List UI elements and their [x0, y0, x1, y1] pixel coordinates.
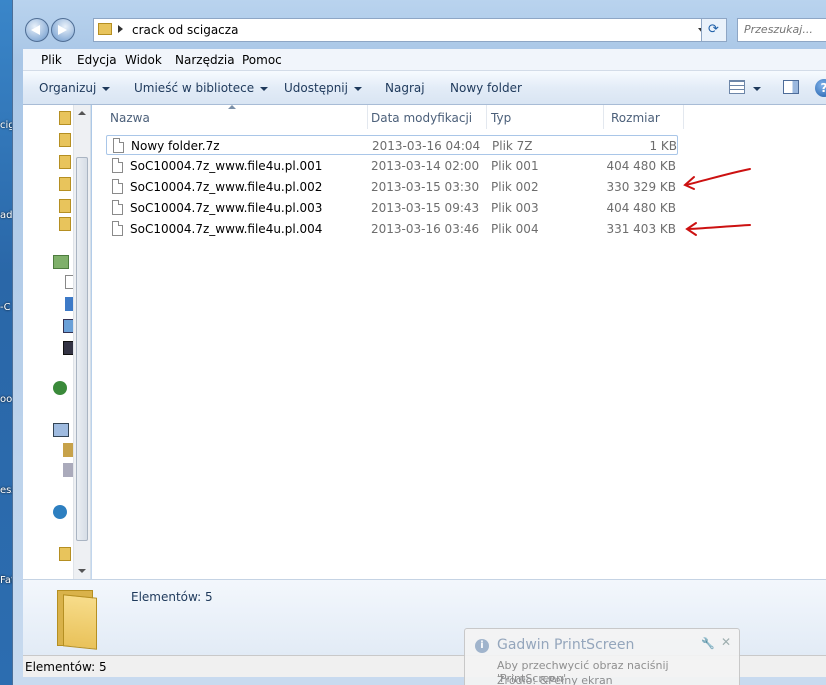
- folder-icon: [55, 586, 99, 650]
- desktop-label-fragment: -C: [0, 302, 11, 313]
- organize-label: Organizuj: [39, 81, 97, 95]
- menu-edit[interactable]: Edycja: [77, 53, 117, 67]
- views-dropdown-icon[interactable]: [753, 87, 761, 91]
- new-folder-button[interactable]: Nowy folder: [450, 81, 522, 95]
- back-button[interactable]: [25, 18, 49, 42]
- notification-toast[interactable]: i Gadwin PrintScreen 🔧 ✕ Aby przechwycić…: [464, 628, 740, 685]
- status-item-count: Elementów: 5: [25, 660, 107, 674]
- column-header-size[interactable]: Rozmiar: [611, 105, 684, 129]
- file-date: 2013-03-14 02:00: [371, 159, 480, 173]
- refresh-icon: ⟳: [708, 22, 719, 37]
- file-row[interactable]: SoC10004.7z_www.file4u.pl.001 2013-03-14…: [106, 156, 678, 176]
- menu-tools[interactable]: Narzędzia: [175, 53, 235, 67]
- file-date: 2013-03-16 04:04: [372, 139, 481, 153]
- folder-front-shape: [63, 594, 97, 650]
- refresh-button[interactable]: ⟳: [701, 18, 727, 42]
- file-date: 2013-03-15 03:30: [371, 180, 480, 194]
- navigation-pane: [23, 105, 91, 579]
- folder-icon[interactable]: [59, 547, 71, 561]
- scroll-down-icon[interactable]: [78, 569, 86, 573]
- file-icon: [112, 179, 123, 194]
- forward-arrow-icon: [58, 25, 67, 35]
- folder-icon: [98, 23, 112, 35]
- nav-scrollbar[interactable]: [73, 105, 90, 579]
- help-icon[interactable]: ?: [815, 79, 826, 97]
- search-input[interactable]: [738, 19, 826, 40]
- search-box[interactable]: [737, 18, 826, 42]
- info-icon: i: [475, 639, 489, 653]
- folder-icon[interactable]: [59, 155, 71, 169]
- burn-button[interactable]: Nagraj: [385, 81, 425, 95]
- scrollbar-thumb[interactable]: [76, 157, 88, 541]
- address-row: crack od scigacza ⟳: [13, 14, 826, 46]
- folder-icon[interactable]: [59, 111, 71, 125]
- network-icon[interactable]: [53, 505, 67, 519]
- breadcrumb-chevron-icon[interactable]: [118, 25, 123, 33]
- share-button[interactable]: Udostępnij: [284, 81, 362, 95]
- folder-icon[interactable]: [59, 177, 71, 191]
- file-icon: [112, 221, 123, 236]
- desktop-label-fragment: ad: [0, 210, 13, 221]
- file-list: Nazwa Data modyfikacji Typ Rozmiar Nowy …: [92, 105, 826, 579]
- explorer-window: crack od scigacza ⟳ Plik Edycja Widok Na…: [12, 0, 826, 685]
- column-header-name[interactable]: Nazwa: [110, 105, 368, 129]
- breadcrumb-folder[interactable]: crack od scigacza: [132, 23, 238, 37]
- include-in-library-button[interactable]: Umieść w bibliotece: [134, 81, 269, 95]
- command-bar: Organizuj Umieść w bibliotece Udostępnij…: [23, 71, 826, 105]
- file-name: SoC10004.7z_www.file4u.pl.003: [130, 201, 323, 215]
- address-bar[interactable]: crack od scigacza: [93, 18, 715, 42]
- close-icon[interactable]: ✕: [721, 635, 731, 649]
- computer-icon[interactable]: [53, 423, 69, 437]
- folder-icon[interactable]: [59, 217, 71, 231]
- library-label: Umieść w bibliotece: [134, 81, 255, 95]
- annotation-arrow-icon: [683, 168, 751, 190]
- file-date: 2013-03-16 03:46: [371, 222, 480, 236]
- file-size: 330 329 KB: [606, 180, 676, 194]
- scroll-up-icon[interactable]: [78, 111, 86, 115]
- file-name: Nowy folder.7z: [131, 139, 220, 153]
- file-row[interactable]: SoC10004.7z_www.file4u.pl.002 2013-03-15…: [106, 177, 678, 197]
- file-row[interactable]: SoC10004.7z_www.file4u.pl.003 2013-03-15…: [106, 198, 678, 218]
- toast-source: Źródło: &Pełny ekran: [497, 674, 613, 685]
- chevron-down-icon: [102, 86, 111, 91]
- back-arrow-icon: [31, 25, 40, 35]
- file-size: 331 403 KB: [606, 222, 676, 236]
- chevron-down-icon: [353, 86, 362, 91]
- folder-icon[interactable]: [59, 199, 71, 213]
- views-icon[interactable]: [729, 80, 745, 94]
- desktop-label-fragment: oo: [0, 394, 13, 405]
- file-row[interactable]: SoC10004.7z_www.file4u.pl.004 2013-03-16…: [106, 219, 678, 239]
- menu-file[interactable]: Plik: [41, 53, 62, 67]
- column-header-date[interactable]: Data modyfikacji: [371, 105, 487, 129]
- wrench-icon[interactable]: 🔧: [701, 637, 715, 650]
- homegroup-icon[interactable]: [53, 381, 67, 395]
- preview-pane-icon[interactable]: [783, 80, 799, 94]
- file-icon: [112, 200, 123, 215]
- menu-view[interactable]: Widok: [125, 53, 162, 67]
- share-label: Udostępnij: [284, 81, 348, 95]
- chevron-down-icon: [260, 86, 269, 91]
- toast-title: Gadwin PrintScreen: [497, 637, 635, 653]
- file-size: 404 480 KB: [606, 201, 676, 215]
- file-date: 2013-03-15 09:43: [371, 201, 480, 215]
- file-name: SoC10004.7z_www.file4u.pl.004: [130, 222, 323, 236]
- column-header-type[interactable]: Typ: [491, 105, 604, 129]
- file-row[interactable]: Nowy folder.7z 2013-03-16 04:04 Plik 7Z …: [106, 135, 678, 155]
- file-name: SoC10004.7z_www.file4u.pl.001: [130, 159, 323, 173]
- forward-button[interactable]: [51, 18, 75, 42]
- menu-bar: Plik Edycja Widok Narzędzia Pomoc: [23, 49, 826, 71]
- file-size: 1 KB: [649, 139, 677, 153]
- folder-icon[interactable]: [59, 133, 71, 147]
- annotation-arrow-icon: [685, 222, 751, 236]
- file-icon: [113, 138, 124, 153]
- menu-help[interactable]: Pomoc: [242, 53, 282, 67]
- libraries-icon[interactable]: [53, 255, 69, 269]
- details-item-count: Elementów: 5: [131, 590, 213, 604]
- organize-button[interactable]: Organizuj: [39, 81, 111, 95]
- file-icon: [112, 158, 123, 173]
- file-name: SoC10004.7z_www.file4u.pl.002: [130, 180, 323, 194]
- file-size: 404 480 KB: [606, 159, 676, 173]
